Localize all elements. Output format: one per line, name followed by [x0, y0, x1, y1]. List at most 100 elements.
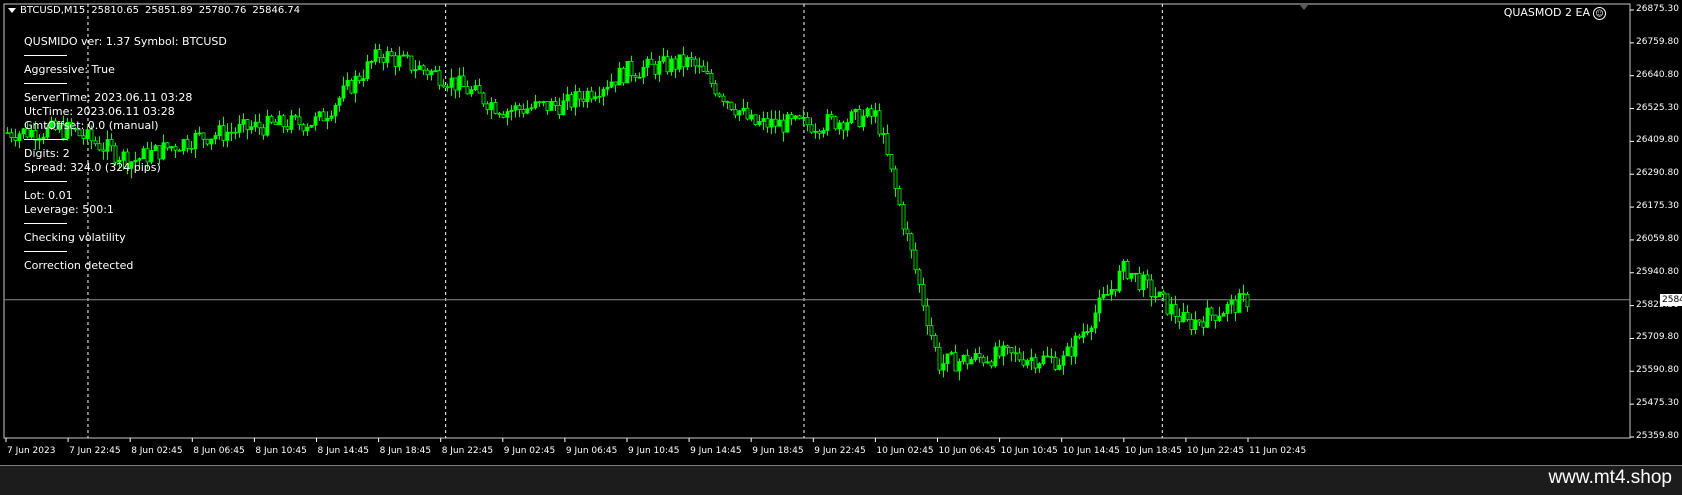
- candle-body: [285, 126, 290, 130]
- candle-body: [301, 124, 306, 132]
- candle-body: [925, 305, 930, 327]
- candle-body: [405, 54, 410, 57]
- price-chart[interactable]: [0, 0, 1682, 465]
- chart-menu-arrow-icon[interactable]: [8, 7, 16, 13]
- candle-body: [281, 115, 286, 128]
- candle-body: [797, 115, 802, 119]
- candle-body: [1165, 293, 1170, 315]
- candle-body: [621, 67, 626, 84]
- server-time-line: ServerTime: 2023.06.11 03:28: [24, 91, 193, 104]
- candle-body: [1169, 304, 1174, 315]
- expert-advisor-label[interactable]: QUASMOD 2 EA ☺: [1504, 6, 1606, 20]
- chart-window[interactable]: BTCUSD,M15 25810.65 25851.89 25780.76 25846.…: [0, 0, 1682, 466]
- candle-body: [481, 92, 486, 105]
- candle-body: [1177, 316, 1182, 323]
- plot-border: [3, 3, 1631, 439]
- candle-body: [257, 121, 262, 129]
- candle-body: [501, 114, 506, 118]
- separator: [24, 245, 227, 259]
- candle-body: [289, 115, 294, 130]
- candle-body: [1005, 345, 1010, 349]
- candle-body: [885, 133, 890, 155]
- candle-body: [417, 65, 422, 71]
- candle-body: [965, 354, 970, 365]
- candle-body: [13, 137, 18, 141]
- candle-body: [1221, 313, 1226, 317]
- time-tick-label: 8 Jun 14:45: [317, 446, 369, 456]
- candle-body: [521, 109, 526, 114]
- candle-body: [333, 104, 338, 117]
- candle-body: [757, 121, 762, 125]
- candle-body: [657, 60, 662, 75]
- candle-body: [577, 91, 582, 100]
- candle-body: [489, 102, 494, 111]
- chart-shift-marker[interactable]: [1299, 4, 1309, 10]
- candle-body: [277, 115, 282, 126]
- ohlc-open: 25810.65: [91, 5, 139, 16]
- candle-body: [549, 100, 554, 111]
- candle-body: [1173, 304, 1178, 317]
- time-tick-label: 9 Jun 10:45: [628, 446, 680, 456]
- candle-body: [649, 58, 654, 65]
- candle-body: [453, 77, 458, 91]
- candle-body: [849, 111, 854, 123]
- price-tick-label: 26059.80: [1636, 233, 1679, 244]
- candle-body: [1201, 321, 1206, 328]
- candle-body: [801, 116, 806, 119]
- candle-body: [929, 325, 934, 337]
- candle-body: [897, 188, 902, 206]
- candle-body: [1013, 352, 1018, 355]
- candle-body: [985, 361, 990, 364]
- candle-body: [693, 58, 698, 67]
- candle-body: [1009, 347, 1014, 354]
- candle-body: [1113, 288, 1118, 292]
- candle-body: [953, 352, 958, 372]
- candle-body: [1149, 279, 1154, 297]
- time-tick-label: 8 Jun 06:45: [193, 446, 245, 456]
- separator: [24, 77, 227, 91]
- time-tick-label: 9 Jun 14:45: [690, 446, 742, 456]
- candle-body: [529, 107, 534, 110]
- symbol-timeframe: BTCUSD,M15: [20, 5, 86, 16]
- utc-time-line: UtcTime: 2023.06.11 03:28: [24, 105, 175, 118]
- candle-body: [1093, 312, 1098, 329]
- candle-body: [269, 115, 274, 123]
- candle-body: [433, 70, 438, 73]
- candle-body: [721, 95, 726, 103]
- candle-body: [933, 335, 938, 348]
- candle-body: [909, 233, 914, 251]
- candle-body: [861, 115, 866, 128]
- time-tick-label: 7 Jun 22:45: [69, 446, 121, 456]
- candle-body: [1209, 307, 1214, 316]
- candle-body: [509, 109, 514, 112]
- candle-body: [237, 123, 242, 133]
- candle-body: [877, 110, 882, 135]
- candle-body: [381, 57, 386, 63]
- time-tick-label: 8 Jun 10:45: [255, 446, 307, 456]
- time-tick-label: 9 Jun 06:45: [565, 446, 618, 456]
- price-tick-label: 25475.30: [1636, 398, 1679, 409]
- candle-body: [1001, 345, 1006, 357]
- candle-body: [689, 57, 694, 60]
- candle-body: [385, 51, 390, 63]
- candle-body: [729, 101, 734, 110]
- lot-line: Lot: 0.01: [24, 189, 73, 202]
- candle-body: [249, 126, 254, 131]
- candle-body: [377, 49, 382, 59]
- candle-body: [589, 90, 594, 100]
- candle-body: [517, 105, 522, 110]
- separator: [24, 133, 227, 147]
- ohlc-low: 25780.76: [198, 5, 247, 16]
- candle-body: [945, 353, 950, 365]
- candle-body: [641, 66, 646, 78]
- candle-body: [889, 154, 894, 170]
- candle-body: [1045, 355, 1050, 358]
- candle-body: [1241, 293, 1246, 295]
- candle-body: [673, 58, 678, 70]
- time-tick-label: 8 Jun 22:45: [441, 446, 494, 456]
- candle-body: [1125, 261, 1130, 279]
- leverage-line: Leverage: 500:1: [24, 203, 114, 216]
- candle-body: [645, 58, 650, 68]
- candle-body: [1073, 335, 1078, 357]
- gmt-offset-line: GmtOffset: 0.0 (manual): [24, 119, 159, 132]
